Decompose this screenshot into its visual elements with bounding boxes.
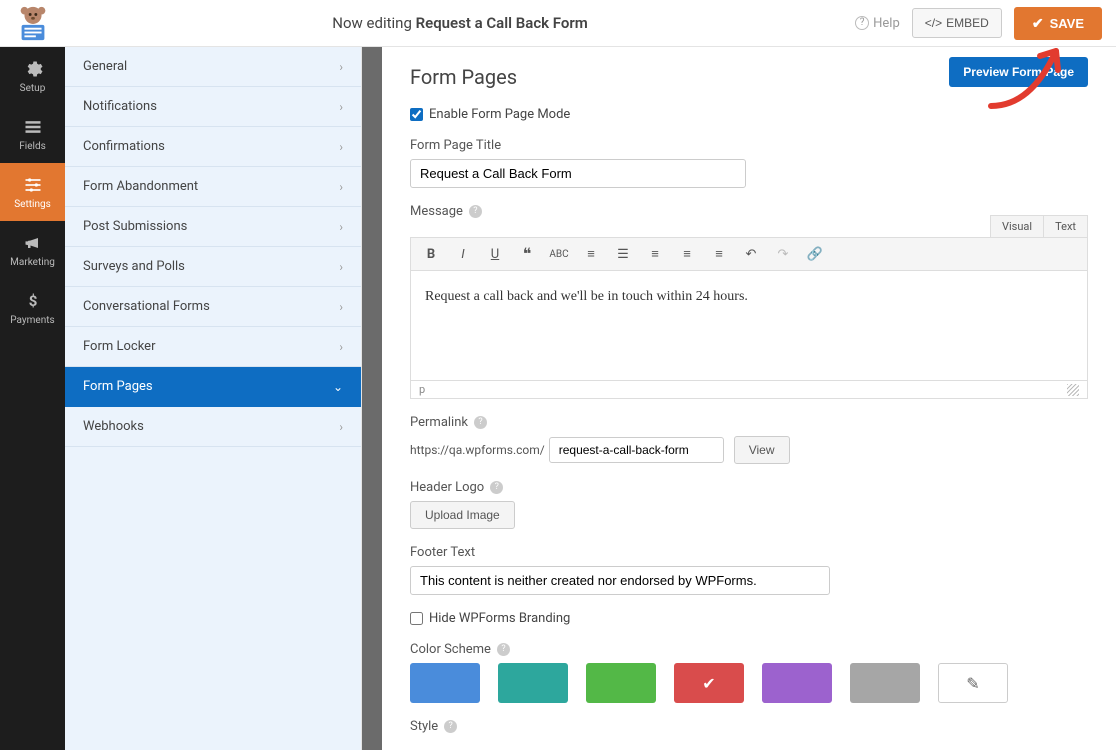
editor-toolbar: B I U ❝ ABC ≡ ☰ ≡ ≡ ≡ ↶ ↷ 🔗 (410, 237, 1088, 271)
settings-item-form-locker[interactable]: Form Locker› (65, 327, 361, 367)
editor-status: p (410, 381, 1088, 399)
help-link[interactable]: ? Help (855, 16, 900, 31)
header-logo-label: Header Logo? (410, 480, 1088, 495)
chevron-right-icon: › (339, 300, 343, 314)
enable-form-page-label: Enable Form Page Mode (429, 107, 570, 122)
gear-icon (23, 59, 43, 79)
italic-icon[interactable]: I (453, 244, 473, 264)
preview-form-page-button[interactable]: Preview Form Page (949, 57, 1088, 87)
list-icon (23, 117, 43, 137)
editing-label: Now editing Request a Call Back Form (65, 14, 855, 32)
chevron-right-icon: › (339, 60, 343, 74)
svg-text:$: $ (28, 292, 37, 310)
style-label: Style? (410, 719, 1088, 734)
main-content: Preview Form Page Form Pages Enable Form… (382, 47, 1116, 750)
chevron-right-icon: › (339, 100, 343, 114)
info-icon: ? (469, 205, 482, 218)
help-icon: ? (855, 16, 869, 30)
blockquote-icon[interactable]: ❝ (517, 244, 537, 264)
chevron-down-icon: ⌄ (333, 380, 343, 394)
chevron-right-icon: › (339, 420, 343, 434)
settings-item-form-pages[interactable]: Form Pages⌄ (65, 367, 361, 407)
color-swatch[interactable] (586, 663, 656, 703)
dollar-icon: $ (23, 291, 43, 311)
view-button[interactable]: View (734, 436, 790, 464)
permalink-base: https://qa.wpforms.com/ (410, 443, 545, 457)
settings-item-surveys-and-polls[interactable]: Surveys and Polls› (65, 247, 361, 287)
chevron-right-icon: › (339, 180, 343, 194)
permalink-label: Permalink? (410, 415, 1088, 430)
color-picker-button[interactable]: ✎ (938, 663, 1008, 703)
message-editor[interactable]: Request a call back and we'll be in touc… (410, 271, 1088, 381)
info-icon: ? (497, 643, 510, 656)
save-button[interactable]: ✔ SAVE (1014, 7, 1102, 40)
color-swatch[interactable] (498, 663, 568, 703)
upload-image-button[interactable]: Upload Image (410, 501, 515, 529)
color-swatch[interactable]: ✔ (674, 663, 744, 703)
settings-item-confirmations[interactable]: Confirmations› (65, 127, 361, 167)
settings-panel: General›Notifications›Confirmations›Form… (65, 47, 362, 750)
redo-icon[interactable]: ↷ (773, 244, 793, 264)
settings-item-conversational-forms[interactable]: Conversational Forms› (65, 287, 361, 327)
info-icon: ? (490, 481, 503, 494)
embed-button[interactable]: </> EMBED (912, 8, 1002, 38)
hide-branding-label: Hide WPForms Branding (429, 611, 570, 626)
eyedropper-icon: ✎ (966, 674, 979, 693)
info-icon: ? (474, 416, 487, 429)
code-icon: </> (925, 16, 942, 30)
chevron-right-icon: › (339, 140, 343, 154)
align-right-icon[interactable]: ≡ (709, 244, 729, 264)
color-scheme-label: Color Scheme? (410, 642, 1088, 657)
color-swatch[interactable] (850, 663, 920, 703)
numbered-list-icon[interactable]: ☰ (613, 244, 633, 264)
info-icon: ? (444, 720, 457, 733)
nav-marketing[interactable]: Marketing (0, 221, 65, 279)
link-icon[interactable]: 🔗 (805, 244, 825, 264)
settings-item-post-submissions[interactable]: Post Submissions› (65, 207, 361, 247)
nav-payments[interactable]: $ Payments (0, 279, 65, 337)
wpforms-logo (0, 0, 65, 47)
bullhorn-icon (23, 233, 43, 253)
underline-icon[interactable]: U (485, 244, 505, 264)
bullet-list-icon[interactable]: ≡ (581, 244, 601, 264)
chevron-right-icon: › (339, 260, 343, 274)
enable-form-page-checkbox[interactable] (410, 108, 423, 121)
chevron-right-icon: › (339, 340, 343, 354)
sliders-icon (23, 175, 43, 195)
settings-item-notifications[interactable]: Notifications› (65, 87, 361, 127)
color-swatch[interactable] (410, 663, 480, 703)
permalink-slug-input[interactable] (549, 437, 724, 463)
bold-icon[interactable]: B (421, 244, 441, 264)
form-page-title-input[interactable] (410, 159, 746, 188)
color-swatch[interactable] (762, 663, 832, 703)
editor-tab-visual[interactable]: Visual (990, 215, 1043, 238)
check-icon: ✔ (1032, 15, 1044, 32)
hide-branding-checkbox[interactable] (410, 612, 423, 625)
align-center-icon[interactable]: ≡ (677, 244, 697, 264)
align-left-icon[interactable]: ≡ (645, 244, 665, 264)
nav-setup[interactable]: Setup (0, 47, 65, 105)
chevron-right-icon: › (339, 220, 343, 234)
settings-item-webhooks[interactable]: Webhooks› (65, 407, 361, 447)
nav-settings[interactable]: Settings (0, 163, 65, 221)
sidenav: Setup Fields Settings Marketing $ Paymen… (0, 47, 65, 750)
resize-handle-icon[interactable] (1067, 384, 1079, 396)
topbar: Now editing Request a Call Back Form ? H… (0, 0, 1116, 47)
gutter (362, 47, 382, 750)
undo-icon[interactable]: ↶ (741, 244, 761, 264)
message-label: Message? (410, 204, 1088, 219)
settings-item-general[interactable]: General› (65, 47, 361, 87)
form-page-title-label: Form Page Title (410, 138, 1088, 153)
footer-text-label: Footer Text (410, 545, 1088, 560)
strikethrough-icon[interactable]: ABC (549, 244, 569, 264)
settings-item-form-abandonment[interactable]: Form Abandonment› (65, 167, 361, 207)
editor-tab-text[interactable]: Text (1043, 215, 1088, 238)
nav-fields[interactable]: Fields (0, 105, 65, 163)
footer-text-input[interactable] (410, 566, 830, 595)
